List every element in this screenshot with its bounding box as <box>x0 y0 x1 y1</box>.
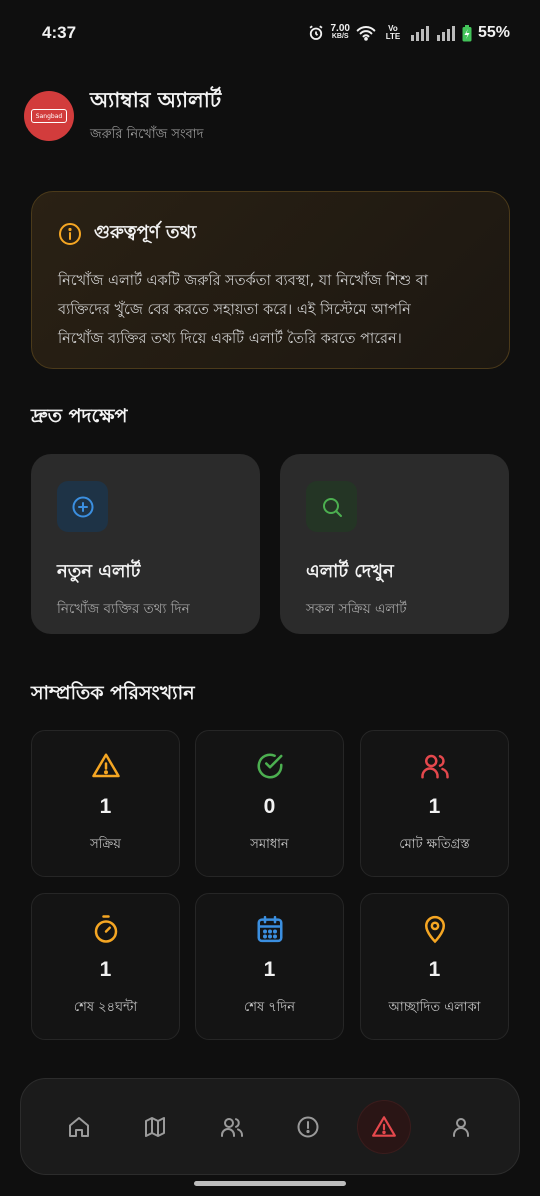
stat-card-active: 1 সক্রিয় <box>31 730 180 877</box>
network-label: Vo LTE <box>385 24 401 41</box>
warning-triangle-icon <box>372 1115 397 1137</box>
stat-value: 1 <box>428 958 441 981</box>
nav-alerts-info[interactable] <box>282 1101 334 1153</box>
nav-people[interactable] <box>206 1101 258 1153</box>
info-icon <box>59 222 81 245</box>
stat-label: সমাধান <box>250 837 289 852</box>
search-icon <box>322 497 342 517</box>
stat-value: 1 <box>99 958 112 981</box>
wifi-icon <box>356 26 376 41</box>
timer-icon <box>94 915 117 943</box>
signal-icon <box>410 26 429 41</box>
logo-mark: Sangbad <box>31 109 67 123</box>
stat-card-7d: 1 শেষ ৭দিন <box>195 893 344 1040</box>
battery-percent: 55% <box>477 24 510 41</box>
plus-circle-icon <box>72 496 93 517</box>
stat-label: শেষ ২৪ঘন্টা <box>73 1000 138 1015</box>
stat-value: 1 <box>263 958 276 981</box>
location-pin-icon <box>424 915 445 944</box>
alarm-icon <box>309 25 322 40</box>
stat-card-affected: 1 মোট ক্ষতিগ্রস্ত <box>360 730 509 877</box>
signal-icon <box>436 26 455 41</box>
stats-title: সাম্প্রতিক পরিসংখ্যান <box>31 682 195 704</box>
battery-charging-icon <box>462 24 472 41</box>
stat-value: 0 <box>263 795 276 818</box>
new-alert-icon-box <box>57 481 108 532</box>
quick-actions-title: দ্রুত পদক্ষেপ <box>31 405 128 427</box>
stat-label: আচ্ছাদিত এলাকা <box>388 1000 481 1015</box>
view-alerts-subtitle: সকল সক্রিয় এলার্ট <box>306 601 407 617</box>
app-logo: Sangbad <box>24 91 74 141</box>
view-alerts-icon-box <box>306 481 357 532</box>
stat-label: সক্রিয় <box>90 837 121 852</box>
map-icon <box>145 1116 166 1137</box>
stat-label: শেষ ৭দিন <box>243 1000 296 1015</box>
app-title: অ্যাম্বার অ্যালার্ট <box>90 88 222 112</box>
user-icon <box>452 1117 469 1137</box>
stat-value: 1 <box>428 795 441 818</box>
stat-card-area: 1 আচ্ছাদিত এলাকা <box>360 893 509 1040</box>
app-header: Sangbad অ্যাম্বার অ্যালার্ট জরুরি নিখোঁজ… <box>24 86 221 146</box>
nav-profile[interactable] <box>435 1101 487 1153</box>
new-alert-subtitle: নিখোঁজ ব্যক্তির তথ্য দিন <box>57 601 190 617</box>
nav-home[interactable] <box>53 1101 105 1153</box>
view-alerts-card[interactable]: এলার্ট দেখুন সকল সক্রিয় এলার্ট <box>280 454 509 634</box>
status-time: 4:37 <box>42 23 77 42</box>
important-info-card: গুরুত্বপূর্ণ তথ্য নিখোঁজ এলার্ট একটি জরু… <box>31 191 510 369</box>
stat-card-resolved: 0 সমাধান <box>195 730 344 877</box>
stat-label: মোট ক্ষতিগ্রস্ত <box>399 837 470 852</box>
warning-triangle-icon <box>91 753 120 778</box>
nav-map[interactable] <box>129 1101 181 1153</box>
status-icons: 7.00 KB/S Vo LTE 55% <box>307 23 510 42</box>
bottom-nav <box>20 1078 520 1175</box>
nav-amber-alert[interactable] <box>358 1100 411 1153</box>
new-alert-title: নতুন এলার্ট <box>57 561 141 582</box>
view-alerts-title: এলার্ট দেখুন <box>306 561 394 582</box>
app-subtitle: জরুরি নিখোঁজ সংবাদ <box>90 127 204 142</box>
status-bar: 4:37 7.00 KB/S Vo LTE 55% <box>0 0 540 66</box>
home-indicator[interactable] <box>194 1181 346 1186</box>
stat-card-24h: 1 শেষ ২৪ঘন্টা <box>31 893 180 1040</box>
stat-value: 1 <box>99 795 112 818</box>
calendar-icon <box>257 915 282 943</box>
new-alert-card[interactable]: নতুন এলার্ট নিখোঁজ ব্যক্তির তথ্য দিন <box>31 454 260 634</box>
info-title: গুরুত্বপূর্ণ তথ্য <box>94 222 197 243</box>
net-speed: 7.00 KB/S <box>330 23 350 41</box>
alert-circle-icon <box>297 1116 319 1137</box>
users-icon <box>220 1117 243 1137</box>
home-icon <box>69 1116 90 1137</box>
users-icon <box>420 754 449 779</box>
info-body: নিখোঁজ এলার্ট একটি জরুরি সতর্কতা ব্যবস্থ… <box>58 273 429 347</box>
check-circle-icon <box>257 753 282 779</box>
